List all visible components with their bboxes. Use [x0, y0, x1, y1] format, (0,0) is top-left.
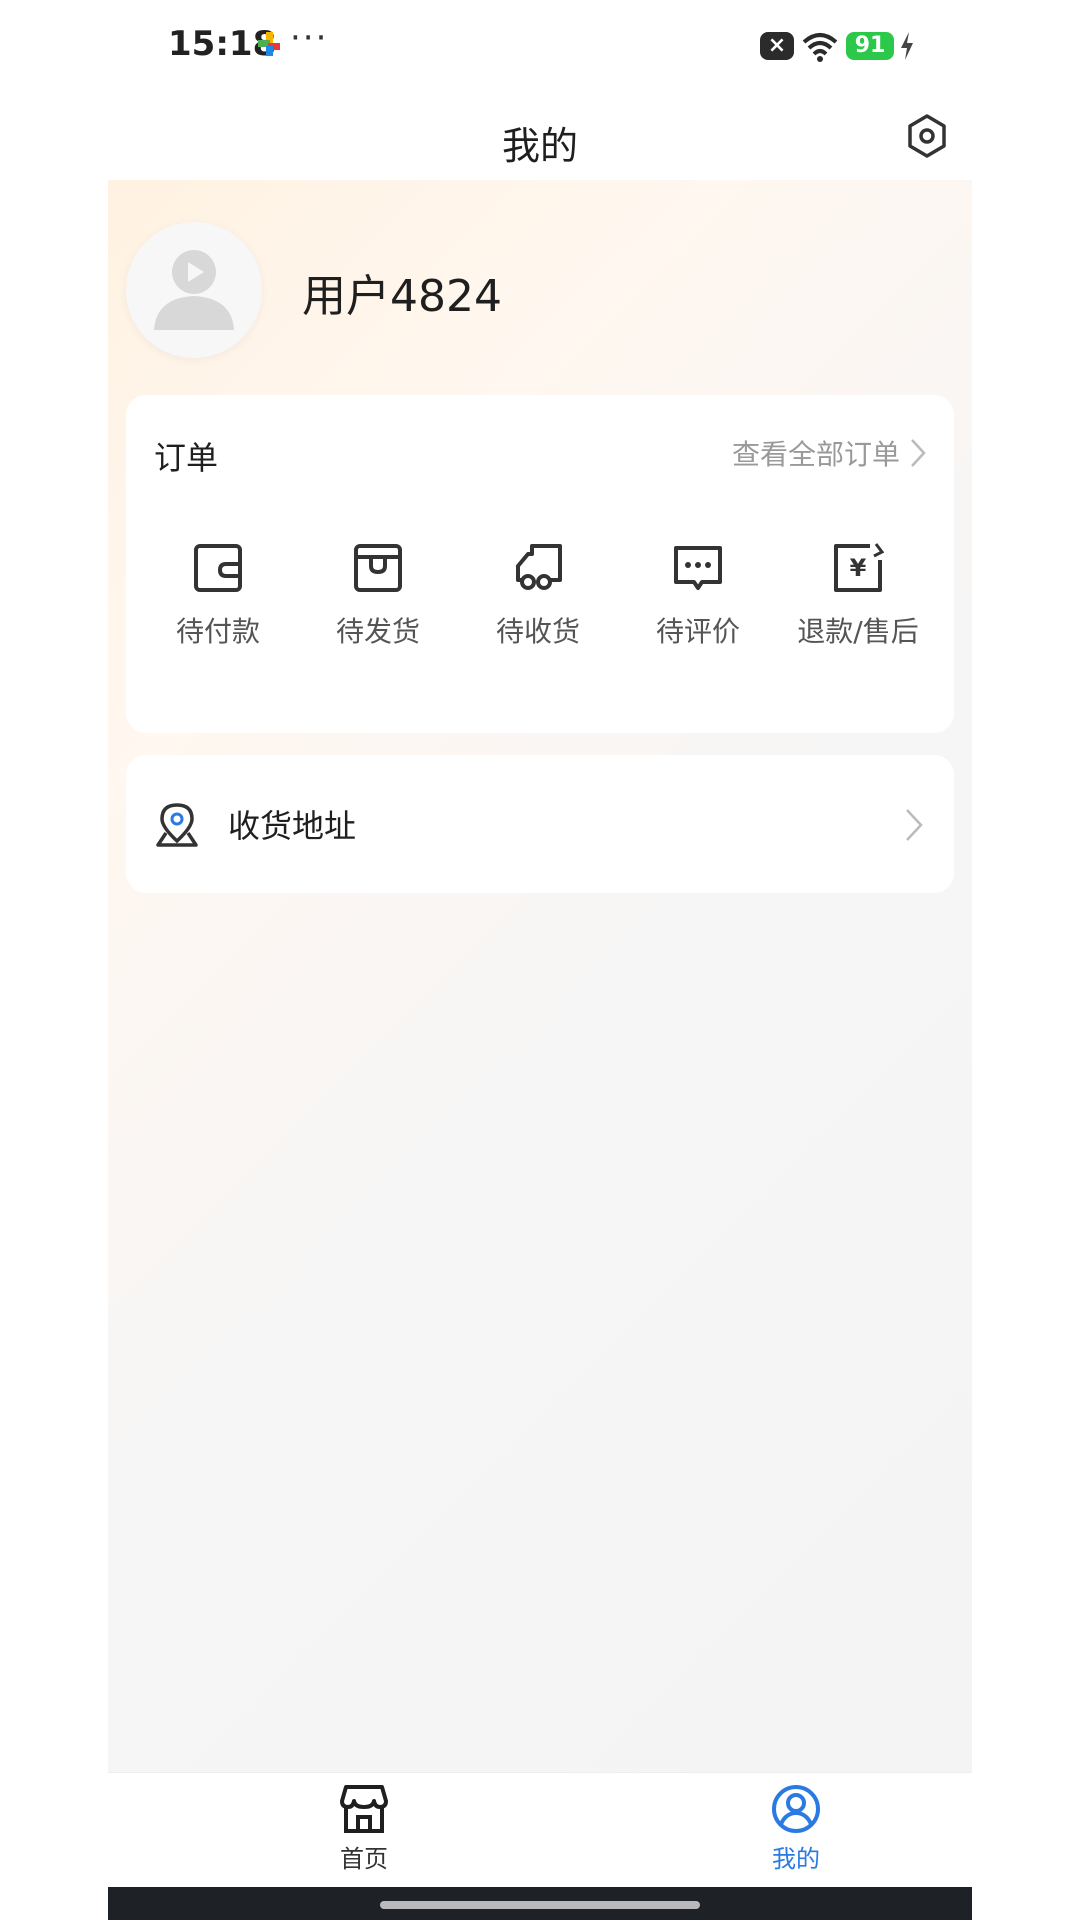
chevron-right-icon [906, 809, 923, 841]
chevron-right-icon [911, 439, 926, 467]
store-icon [340, 1785, 388, 1833]
svg-text:¥: ¥ [850, 554, 867, 582]
home-indicator[interactable] [380, 1901, 700, 1909]
tab-home[interactable]: 首页 [294, 1783, 434, 1874]
wifi-icon [802, 33, 838, 62]
order-pending-receipt[interactable]: 待收货 [458, 540, 618, 650]
orders-title: 订单 [154, 439, 219, 477]
orders-card: 订单 查看全部订单 待付款 待发货 待收货 待评价 ¥ 退款/售后 [126, 395, 954, 733]
order-label: 待付款 [175, 615, 260, 648]
bottom-tab-bar: 首页 我的 [108, 1772, 972, 1888]
settings-icon[interactable] [904, 113, 950, 159]
system-nav-bar [108, 1887, 972, 1920]
default-avatar-icon [154, 250, 234, 330]
user-circle-icon [772, 1785, 820, 1833]
order-label: 待评价 [655, 615, 740, 648]
header: 我的 [108, 95, 972, 180]
order-label: 待收货 [495, 615, 580, 648]
username[interactable]: 用户4824 [302, 260, 502, 324]
view-all-orders-label: 查看全部订单 [731, 438, 900, 471]
order-refund[interactable]: ¥ 退款/售后 [778, 540, 938, 650]
box-icon [354, 544, 402, 592]
view-all-orders-link[interactable]: 查看全部订单 [732, 433, 926, 473]
battery-indicator: 91 [846, 32, 894, 60]
comment-icon [674, 546, 722, 590]
sim-off-icon: × [760, 32, 794, 60]
order-pending-payment[interactable]: 待付款 [138, 540, 298, 650]
order-pending-review[interactable]: 待评价 [618, 540, 778, 650]
charging-icon [901, 32, 913, 60]
page-title: 我的 [501, 124, 578, 168]
tab-home-label: 首页 [340, 1845, 388, 1873]
avatar[interactable] [126, 222, 262, 358]
truck-icon [516, 544, 562, 590]
order-label: 待发货 [335, 615, 420, 648]
wallet-icon [194, 544, 242, 592]
tab-mine[interactable]: 我的 [726, 1783, 866, 1874]
status-bar: 15:18 ··· × 91 [0, 0, 1080, 95]
status-more-icon: ··· [290, 18, 329, 58]
refund-icon: ¥ [834, 543, 885, 592]
address-row[interactable]: 收货地址 [126, 755, 954, 893]
app-notification-icon [258, 32, 280, 56]
main-content: 用户4824 订单 查看全部订单 待付款 待发货 待收货 待评价 ¥ 退款/售后… [108, 180, 972, 1772]
address-label: 收货地址 [228, 807, 357, 845]
order-label: 退款/售后 [797, 615, 919, 648]
tab-mine-label: 我的 [772, 1845, 820, 1873]
location-icon [156, 803, 198, 847]
order-pending-shipment[interactable]: 待发货 [298, 540, 458, 650]
